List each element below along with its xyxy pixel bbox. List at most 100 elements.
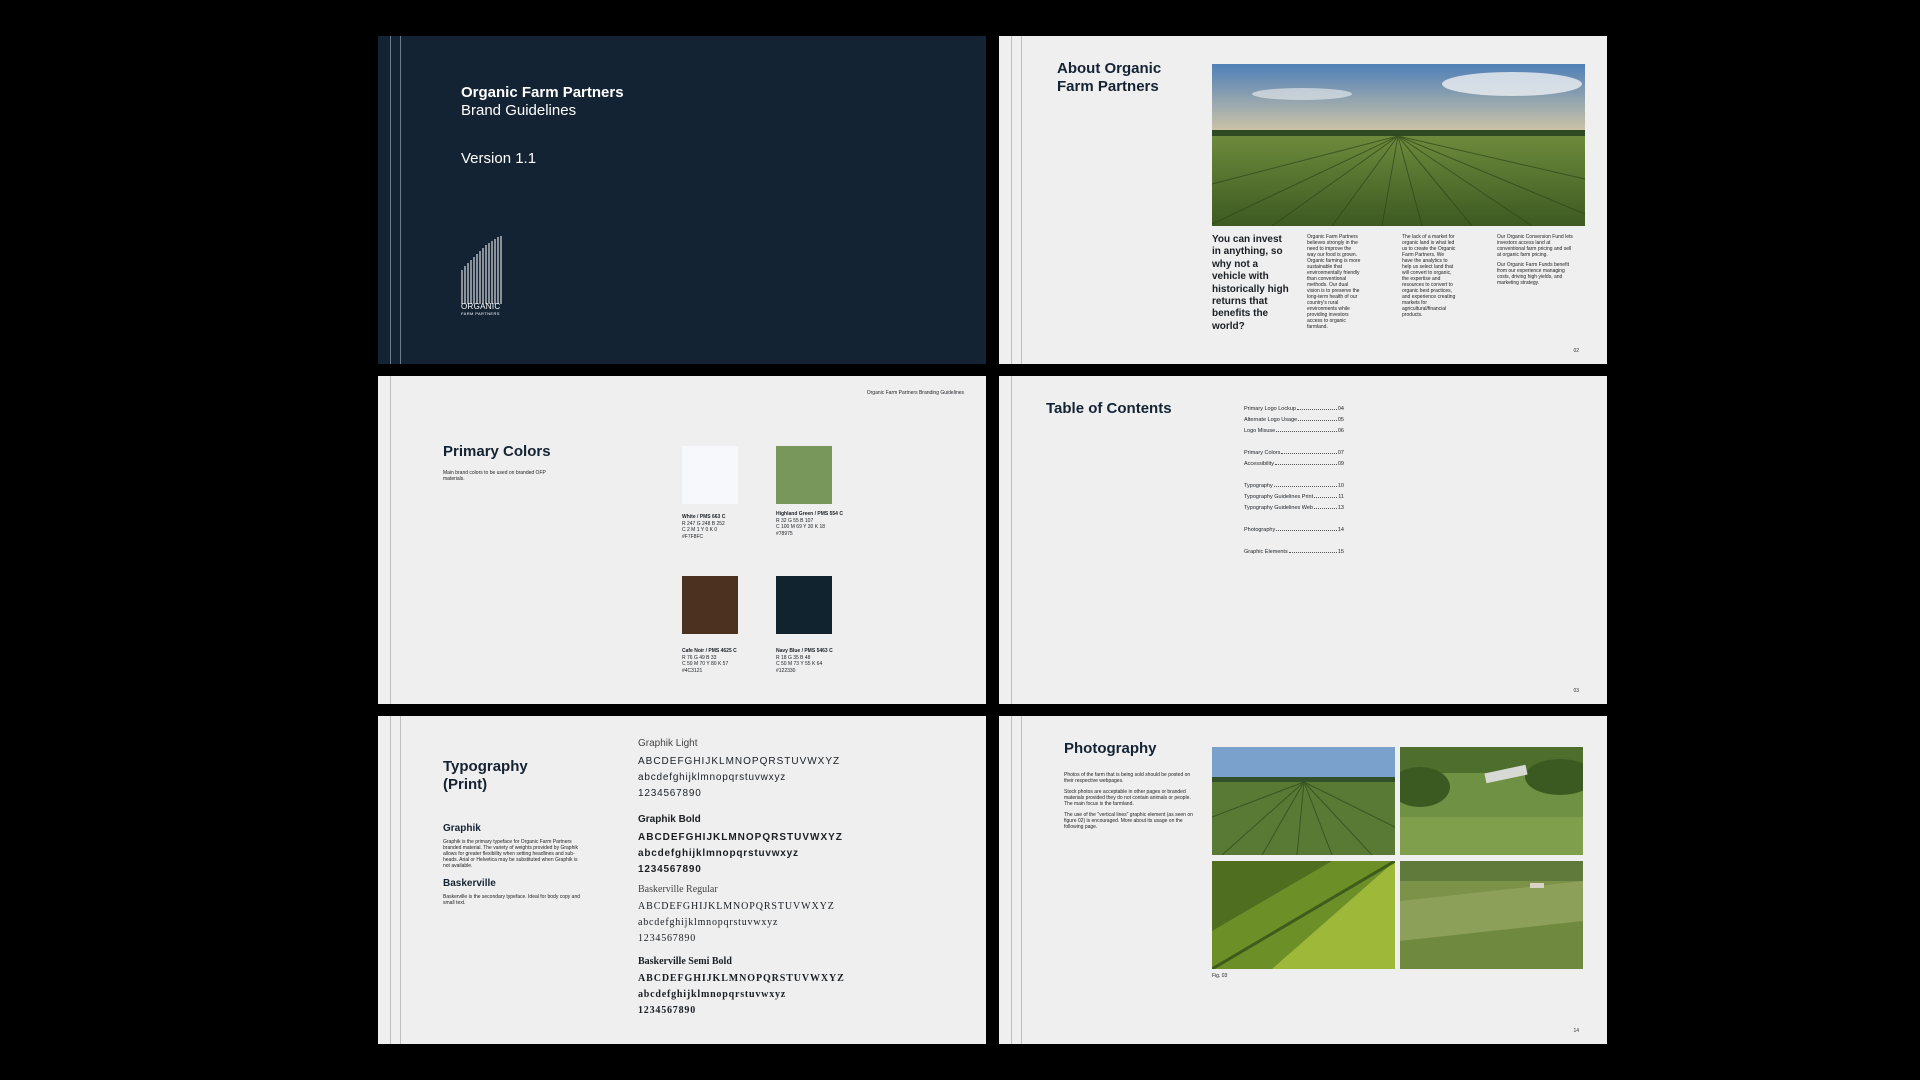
toc-item[interactable]: Alternate Logo Usage 05: [1244, 417, 1344, 423]
vertical-line: [1021, 716, 1022, 1044]
toc-item[interactable]: Accessibility 09: [1244, 461, 1344, 467]
swatch-cmyk: C 2 M 1 Y 0 K 0: [682, 527, 718, 533]
swatch-label-green: Highland Green / PMS 554 C R 32 G 55 B 1…: [776, 511, 866, 537]
toc-item-page: 06: [1337, 428, 1344, 434]
vertical-line: [400, 716, 401, 1044]
toc-item-label: Primary Logo Lockup: [1244, 406, 1296, 412]
graphik-light-upper: ABCDEFGHIJKLMNOPQRSTUVWXYZ: [638, 756, 841, 767]
typography-title: Typography (Print): [443, 758, 528, 794]
logo-subline: FARM PARTNERS: [461, 311, 500, 316]
about-column-1: Organic Farm Partners believes strongly …: [1307, 234, 1361, 334]
cover-title: Organic Farm Partners: [461, 84, 624, 101]
baskerville-semibold-label: Baskerville Semi Bold: [638, 956, 732, 967]
cover-page: Organic Farm Partners Brand Guidelines V…: [378, 36, 986, 364]
toc-page: Table of Contents Primary Logo Lockup 04 …: [999, 376, 1607, 704]
toc-item[interactable]: Primary Colors 07: [1244, 450, 1344, 456]
farm-photo-rows: [1212, 747, 1395, 855]
about-paragraph: Our Organic Farm Funds benefit from our …: [1497, 262, 1569, 286]
toc-item-page: 09: [1337, 461, 1344, 467]
baskerville-heading: Baskerville: [443, 878, 496, 889]
organic-logo: ORGANIC FARM PARTNERS: [461, 236, 511, 316]
swatch-cafe-noir: [682, 576, 738, 634]
baskerville-regular-upper: ABCDEFGHIJKLMNOPQRSTUVWXYZ: [638, 901, 835, 912]
baskerville-description: Baskerville is the secondary typeface. I…: [443, 894, 581, 906]
toc-item-label: Typography Guidelines Web: [1244, 505, 1313, 511]
baskerville-regular-lower: abcdefghijklmnopqrstuvwxyz: [638, 917, 779, 928]
farm-photo-barn: [1400, 747, 1583, 855]
swatch-label-navy: Navy Blue / PMS 5463 C R 18 G 35 B 48 C …: [776, 648, 866, 674]
vertical-line: [390, 716, 391, 1044]
about-title: About Organic Farm Partners: [1057, 60, 1161, 96]
toc-item-page: 14: [1337, 527, 1344, 533]
page-number: 14: [1573, 1028, 1579, 1034]
toc-item-label: Accessibility: [1244, 461, 1274, 467]
graphik-bold-label: Graphik Bold: [638, 814, 701, 825]
toc-item[interactable]: Graphic Elements 15: [1244, 549, 1344, 555]
toc-item[interactable]: Typography Guidelines Web 13: [1244, 505, 1344, 511]
farm-photo-aerial-diagonal: [1212, 861, 1395, 969]
photography-title: Photography: [1064, 740, 1157, 757]
about-paragraph: The lack of a market for organic land is…: [1402, 234, 1456, 318]
vertical-line: [1011, 716, 1012, 1044]
toc-item[interactable]: Typography 10: [1244, 483, 1344, 489]
toc-leader: [1298, 417, 1337, 421]
toc-leader: [1274, 461, 1337, 465]
toc-item-label: Typography Guidelines Print: [1244, 494, 1314, 500]
swatch-navy-blue: [776, 576, 832, 634]
toc-item[interactable]: Photography 14: [1244, 527, 1344, 533]
photo-caption: Fig. 03: [1212, 973, 1228, 979]
page-header: Organic Farm Partners Branding Guideline…: [866, 390, 964, 396]
swatch-rgb: R 18 G 35 B 48: [776, 654, 811, 661]
swatch-highland-green: [776, 446, 832, 504]
toc-leader: [1296, 406, 1337, 410]
about-page: About Organic Farm Partners You can inve…: [999, 36, 1607, 364]
graphik-description: Graphik is the primary typeface for Orga…: [443, 839, 578, 869]
swatch-hex: #F7F8FC: [682, 533, 704, 540]
about-column-3: Our Organic Conversion Fund lets investo…: [1497, 234, 1575, 290]
vertical-line: [1021, 36, 1022, 364]
vertical-line: [1011, 376, 1012, 704]
toc-item-page: 05: [1337, 417, 1344, 423]
toc-item-label: Graphic Elements: [1244, 549, 1288, 555]
graphik-heading: Graphik: [443, 823, 481, 834]
swatch-rgb: R 76 G 49 B 33: [682, 654, 717, 661]
photography-text: Photos of the farm that is being sold sh…: [1064, 772, 1194, 830]
toc-item[interactable]: Primary Logo Lockup 04: [1244, 406, 1344, 412]
graphik-bold-digits: 1234567890: [638, 864, 702, 875]
graphik-bold-upper: ABCDEFGHIJKLMNOPQRSTUVWXYZ: [638, 832, 843, 843]
toc-item-label: Alternate Logo Usage: [1244, 417, 1298, 423]
toc-item-page: 13: [1337, 505, 1344, 511]
swatch-cmyk: C 50 M 70 Y 80 K 57: [682, 661, 729, 667]
toc-leader: [1314, 494, 1338, 498]
swatch-hex: #78975: [776, 530, 793, 537]
about-title-line: Farm Partners: [1057, 78, 1159, 95]
toc-leader: [1288, 549, 1337, 553]
logo-wordmark: ORGANIC: [461, 302, 501, 311]
swatch-cmyk: C 100 M 69 Y 30 K 18: [776, 524, 826, 530]
toc-item-label: Typography: [1244, 483, 1273, 489]
toc-item-page: 04: [1337, 406, 1344, 412]
vertical-line: [400, 36, 401, 364]
toc-leader: [1273, 483, 1337, 487]
about-paragraph: Our Organic Conversion Fund lets investo…: [1497, 234, 1573, 258]
baskerville-regular-digits: 1234567890: [638, 933, 696, 944]
swatch-label-white: White / PMS 663 C R 247 G 248 B 252 C 2 …: [682, 514, 772, 540]
vertical-bars-logo-icon: [461, 236, 502, 304]
page-number: 02: [1573, 348, 1579, 354]
toc-item[interactable]: Logo Misuse 06: [1244, 428, 1344, 434]
toc-title: Table of Contents: [1046, 400, 1172, 417]
page-number: 03: [1573, 688, 1579, 694]
toc-item[interactable]: Typography Guidelines Print 11: [1244, 494, 1344, 500]
swatch-hex: #122330: [776, 667, 796, 674]
swatch-rgb: R 247 G 248 B 252: [682, 520, 725, 527]
toc-item-label: Logo Misuse: [1244, 428, 1276, 434]
graphik-bold-lower: abcdefghijklmnopqrstuvwxyz: [638, 848, 799, 859]
colors-description: Main brand colors to be used on branded …: [443, 470, 546, 482]
baskerville-semibold-digits: 1234567890: [638, 1005, 696, 1016]
graphik-light-digits: 1234567890: [638, 788, 702, 799]
photography-page: Photography Photos of the farm that is b…: [999, 716, 1607, 1044]
typography-title-line: (Print): [443, 776, 488, 793]
colors-title: Primary Colors: [443, 443, 551, 460]
baskerville-semibold-lower: abcdefghijklmnopqrstuvwxyz: [638, 989, 787, 1000]
graphik-light-lower: abcdefghijklmnopqrstuvwxyz: [638, 772, 787, 783]
